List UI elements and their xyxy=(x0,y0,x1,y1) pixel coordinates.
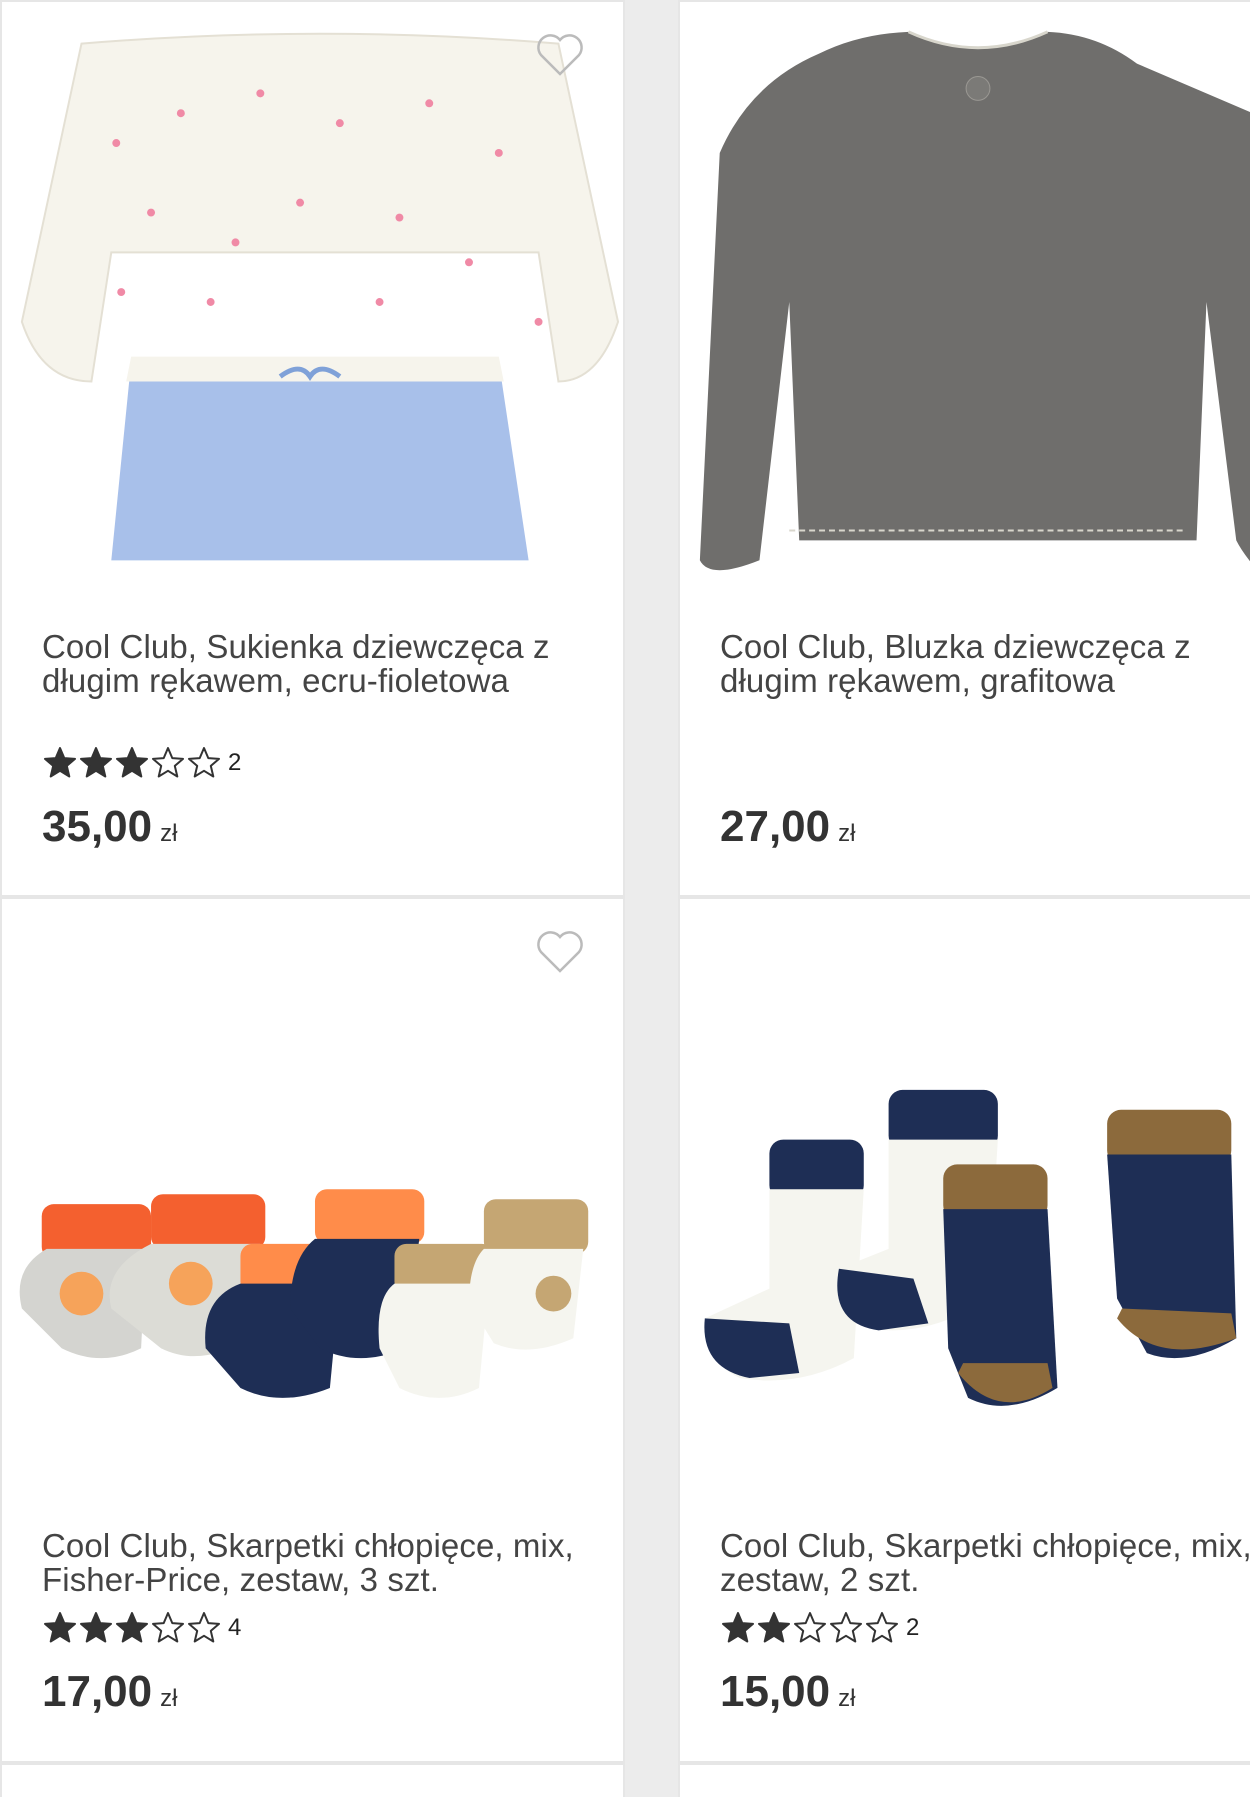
price-value: 35,00 xyxy=(42,802,153,851)
star-filled-icon xyxy=(44,1612,76,1643)
star-empty-icon xyxy=(188,747,220,778)
product-card[interactable]: Cool Club, Skarpetki chłopięce, mix, Fis… xyxy=(0,897,625,1763)
heart-icon[interactable] xyxy=(535,32,585,78)
price-currency: zł xyxy=(160,1685,178,1712)
product-card[interactable]: Cool Club, Sukienka dziewczęca z długim … xyxy=(0,0,625,897)
rating-count: 2 xyxy=(228,749,242,776)
product-price: 27,00 zł xyxy=(720,802,855,852)
product-title[interactable]: Cool Club, Skarpetki chłopięce, mix, Fis… xyxy=(42,1529,602,1597)
rating-stars: 2 xyxy=(42,745,241,781)
sweatshirt-image[interactable] xyxy=(680,2,1250,602)
star-filled-icon xyxy=(116,1612,148,1643)
star-empty-icon xyxy=(866,1612,898,1643)
price-value: 15,00 xyxy=(720,1667,831,1716)
tractor-socks-image[interactable] xyxy=(680,969,1250,1489)
dress-image[interactable] xyxy=(2,2,623,602)
product-card[interactable]: Cool Club, Bluzka dziewczęca z długim rę… xyxy=(678,0,1250,897)
product-card[interactable] xyxy=(0,1763,625,1797)
star-empty-icon xyxy=(830,1612,862,1643)
product-price: 35,00 zł xyxy=(42,802,177,852)
star-empty-icon xyxy=(794,1612,826,1643)
product-card[interactable] xyxy=(678,1763,1250,1797)
star-empty-icon xyxy=(152,747,184,778)
heart-icon[interactable] xyxy=(535,929,585,975)
star-filled-icon xyxy=(722,1612,754,1643)
price-value: 17,00 xyxy=(42,1667,153,1716)
star-filled-icon xyxy=(44,747,76,778)
star-empty-icon xyxy=(152,1612,184,1643)
star-empty-icon xyxy=(188,1612,220,1643)
product-title[interactable]: Cool Club, Skarpetki chłopięce, mix, zes… xyxy=(720,1529,1250,1597)
price-currency: zł xyxy=(160,820,178,847)
product-grid: Cool Club, Sukienka dziewczęca z długim … xyxy=(0,0,1250,1797)
rating-count: 4 xyxy=(228,1614,242,1641)
product-price: 15,00 zł xyxy=(720,1667,855,1717)
price-currency: zł xyxy=(838,1685,856,1712)
rating-stars: 2 xyxy=(720,1610,919,1646)
star-filled-icon xyxy=(80,1612,112,1643)
rating-count: 2 xyxy=(906,1614,920,1641)
rating-stars: 4 xyxy=(42,1610,241,1646)
product-card[interactable]: Cool Club, Skarpetki chłopięce, mix, zes… xyxy=(678,897,1250,1763)
baby-socks-image[interactable] xyxy=(2,969,623,1489)
product-price: 17,00 zł xyxy=(42,1667,177,1717)
star-filled-icon xyxy=(116,747,148,778)
product-title[interactable]: Cool Club, Bluzka dziewczęca z długim rę… xyxy=(720,630,1250,698)
star-filled-icon xyxy=(758,1612,790,1643)
star-filled-icon xyxy=(80,747,112,778)
price-value: 27,00 xyxy=(720,802,831,851)
price-currency: zł xyxy=(838,820,856,847)
product-title[interactable]: Cool Club, Sukienka dziewczęca z długim … xyxy=(42,630,602,698)
